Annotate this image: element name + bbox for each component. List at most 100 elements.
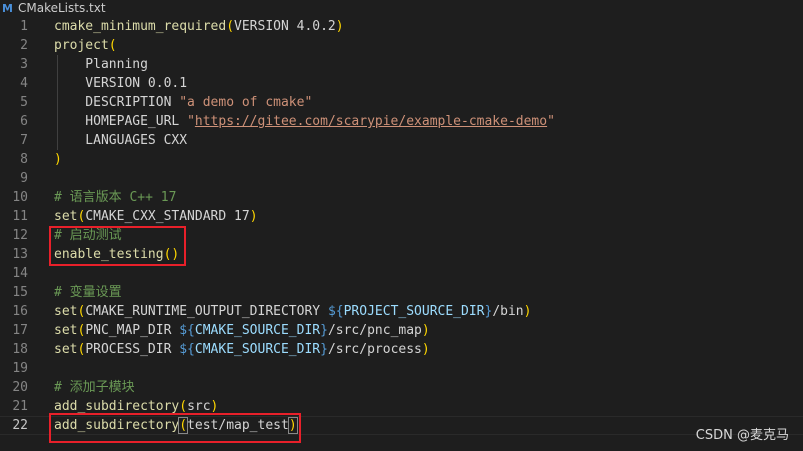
code-token: VERSION 4.0.2 (234, 19, 336, 34)
line-text: enable_testing() (54, 245, 179, 264)
code-token: Planning (54, 57, 148, 72)
line-number: 5 (20, 95, 28, 110)
code-token: "a demo of cmake" (179, 95, 313, 110)
line-number: 17 (12, 323, 28, 338)
line-number: 18 (12, 342, 28, 357)
code-line[interactable]: 8) (0, 150, 803, 169)
code-line[interactable]: 10 # 语言版本 C++ 17 (0, 188, 803, 207)
code-token: ( (179, 399, 188, 414)
line-text: add_subdirectory(src) (54, 397, 218, 416)
line-number: 20 (12, 380, 28, 395)
code-token: CMAKE_CXX_STANDARD 17 (85, 209, 250, 224)
code-token: cmake_minimum_required (54, 19, 227, 34)
line-text: cmake_minimum_required(VERSION 4.0.2) (54, 17, 344, 36)
tab-filename: CMakeLists.txt (18, 1, 106, 15)
line-text: ) (54, 150, 62, 169)
code-token: test/map_test (187, 418, 289, 433)
code-line[interactable]: 1 cmake_minimum_required(VERSION 4.0.2) (0, 17, 803, 36)
line-number: 7 (20, 133, 28, 148)
editor-tab[interactable]: M CMakeLists.txt (0, 0, 803, 16)
code-token: CMAKE_RUNTIME_OUTPUT_DIRECTORY (85, 304, 328, 319)
code-token: ) (523, 304, 532, 319)
line-text: LANGUAGES CXX (54, 131, 187, 150)
line-text: # 添加子模块 (54, 378, 135, 397)
code-token: ) (249, 209, 258, 224)
line-number: 11 (12, 209, 28, 224)
line-text: set(CMAKE_RUNTIME_OUTPUT_DIRECTORY ${PRO… (54, 302, 531, 321)
code-line[interactable]: 7 LANGUAGES CXX (0, 131, 803, 150)
code-token: " (187, 114, 195, 129)
line-number: 10 (12, 190, 28, 205)
code-token: ( (226, 19, 235, 34)
code-token: ) (421, 342, 430, 357)
code-token: HOMEPAGE_URL (54, 114, 188, 129)
code-token: /src/process (327, 342, 422, 357)
code-token: ${ (179, 323, 195, 338)
code-token: # 语言版本 C++ 17 (54, 190, 177, 205)
line-number: 15 (12, 285, 28, 300)
code-token: enable_testing (54, 247, 164, 262)
code-token: set (54, 304, 78, 319)
line-number: 22 (12, 418, 28, 433)
line-text: set(PROCESS_DIR ${CMAKE_SOURCE_DIR}/src/… (54, 340, 430, 359)
code-line[interactable]: 12 # 启动测试 (0, 226, 803, 245)
code-token: PROJECT_SOURCE_DIR (343, 304, 485, 319)
code-token: LANGUAGES CXX (54, 133, 188, 148)
code-token: project (54, 38, 109, 53)
code-token: /bin (492, 304, 524, 319)
code-token: PROCESS_DIR (85, 342, 180, 357)
code-line[interactable]: 11 set(CMAKE_CXX_STANDARD 17) (0, 207, 803, 226)
line-number: 12 (12, 228, 28, 243)
line-text: project( (54, 36, 117, 55)
line-text: # 启动测试 (54, 226, 122, 245)
cmake-file-icon: M (2, 1, 13, 15)
line-text: set(CMAKE_CXX_STANDARD 17) (54, 207, 258, 226)
line-text: # 语言版本 C++ 17 (54, 188, 176, 207)
code-line[interactable]: 4 VERSION 0.0.1 (0, 74, 803, 93)
code-editor[interactable]: M CMakeLists.txt 1 cmake_minimum_required… (0, 0, 803, 451)
code-line[interactable]: 9 (0, 169, 803, 188)
code-line[interactable]: 15 # 变量设置 (0, 283, 803, 302)
code-token: ) (54, 152, 62, 167)
code-token: add_subdirectory (54, 418, 180, 433)
line-number: 3 (20, 57, 28, 72)
line-text: # 变量设置 (54, 283, 122, 302)
code-line[interactable]: 22 add_subdirectory(test/map_test) (0, 416, 803, 435)
line-number: 13 (12, 247, 28, 262)
code-token: ) (287, 417, 298, 434)
code-token: /src/pnc_map (327, 323, 422, 338)
code-token: CMAKE_SOURCE_DIR (194, 323, 321, 338)
code-token: set (54, 342, 78, 357)
line-text: HOMEPAGE_URL "https://gitee.com/scarypie… (54, 112, 555, 131)
line-number: 9 (20, 171, 28, 186)
code-area[interactable]: 1 cmake_minimum_required(VERSION 4.0.2) 2 p… (0, 17, 803, 435)
code-line[interactable]: 5 DESCRIPTION "a demo of cmake" (0, 93, 803, 112)
code-token: VERSION 0.0.1 (54, 76, 188, 91)
code-line[interactable]: 13 enable_testing() (0, 245, 803, 264)
code-line[interactable]: 21 add_subdirectory(src) (0, 397, 803, 416)
code-token: ) (210, 399, 219, 414)
code-line[interactable]: 6 HOMEPAGE_URL "https://gitee.com/scaryp… (0, 112, 803, 131)
code-line[interactable]: 3 Planning (0, 55, 803, 74)
code-token: } (320, 342, 328, 357)
code-line[interactable]: 14 (0, 264, 803, 283)
line-number: 1 (20, 19, 28, 34)
line-text: DESCRIPTION "a demo of cmake" (54, 93, 312, 112)
code-line[interactable]: 19 (0, 359, 803, 378)
line-text: VERSION 0.0.1 (54, 74, 187, 93)
code-line[interactable]: 20 # 添加子模块 (0, 378, 803, 397)
code-line[interactable]: 18 set(PROCESS_DIR ${CMAKE_SOURCE_DIR}/sr… (0, 340, 803, 359)
line-number: 19 (12, 361, 28, 376)
code-token: https://gitee.com/scarypie/example-cmake… (194, 114, 548, 129)
code-line[interactable]: 16 set(CMAKE_RUNTIME_OUTPUT_DIRECTORY ${P… (0, 302, 803, 321)
code-line[interactable]: 2 project( (0, 36, 803, 55)
code-token: ${ (327, 304, 344, 319)
code-token: # 变量设置 (54, 285, 122, 300)
code-token: () (163, 247, 180, 262)
code-line[interactable]: 17 set(PNC_MAP_DIR ${CMAKE_SOURCE_DIR}/sr… (0, 321, 803, 340)
code-token: ) (335, 19, 344, 34)
watermark: CSDN @麦克马 (695, 428, 789, 443)
code-token: src (187, 399, 211, 414)
code-token: set (54, 323, 78, 338)
code-token: add_subdirectory (54, 399, 180, 414)
